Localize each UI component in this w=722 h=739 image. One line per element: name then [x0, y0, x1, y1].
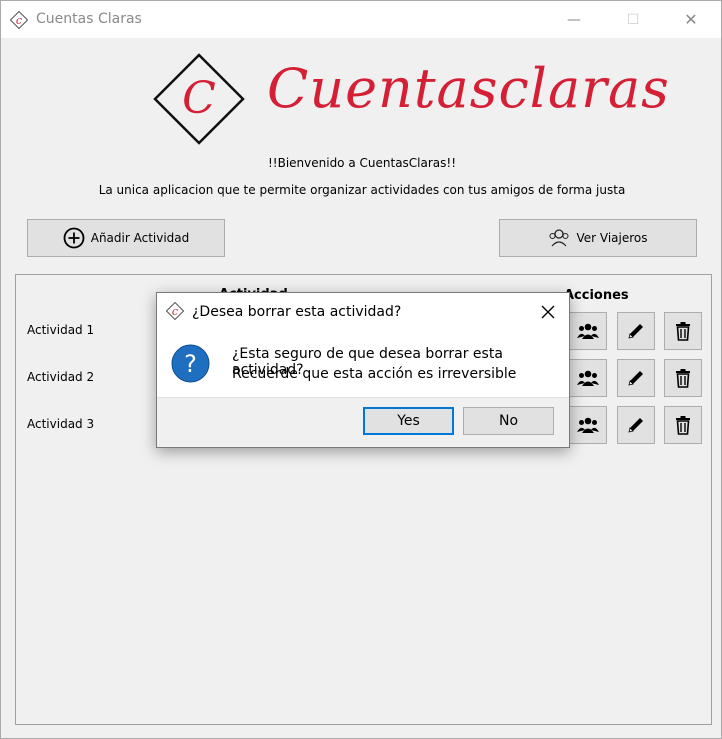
group-icon	[577, 370, 599, 386]
delete-button[interactable]	[664, 406, 702, 444]
no-button[interactable]: No	[463, 407, 554, 435]
edit-button[interactable]	[617, 359, 655, 397]
view-travelers-button[interactable]: Ver Viajeros	[499, 219, 697, 257]
svg-text:?: ?	[184, 350, 197, 378]
table-row-label: Actividad 3	[27, 417, 95, 431]
welcome-text: !!Bienvenido a CuentasClaras!!	[267, 156, 457, 170]
window-title: Cuentas Claras	[36, 11, 142, 27]
subtitle-text: La unica aplicacion que te permite organ…	[98, 183, 626, 197]
minimize-button[interactable]: —	[551, 1, 597, 38]
pencil-icon	[628, 418, 643, 433]
app-logo-icon: c	[10, 11, 28, 29]
trash-icon	[676, 322, 690, 341]
table-row-label: Actividad 2	[27, 370, 95, 384]
svg-text:c: c	[16, 14, 22, 27]
delete-button[interactable]	[664, 312, 702, 350]
view-travelers-label: Ver Viajeros	[576, 231, 648, 245]
app-window: c Cuentas Claras — ☐ ✕ C Cuentasclaras !…	[0, 0, 722, 739]
group-button[interactable]	[569, 312, 607, 350]
delete-button[interactable]	[664, 359, 702, 397]
plus-circle-icon	[63, 227, 85, 249]
trash-icon	[676, 416, 690, 435]
add-activity-label: Añadir Actividad	[90, 231, 190, 245]
svg-text:c: c	[172, 305, 178, 318]
close-icon	[541, 305, 555, 319]
yes-button[interactable]: Yes	[363, 407, 454, 435]
confirm-delete-dialog: c ¿Desea borrar esta actividad? ? ¿Esta …	[156, 292, 570, 448]
pencil-icon	[628, 324, 643, 339]
close-button[interactable]: ✕	[668, 1, 714, 38]
group-icon	[577, 323, 599, 339]
logo-letter: C	[182, 73, 216, 124]
group-button[interactable]	[569, 359, 607, 397]
brand-wordmark: Cuentasclaras	[267, 57, 670, 120]
app-logo-icon: c	[166, 302, 184, 320]
brand-logo: C	[153, 53, 245, 145]
group-icon	[577, 417, 599, 433]
group-button[interactable]	[569, 406, 607, 444]
dialog-message-line2: Recuerde que esta acción es irreversible	[232, 366, 517, 382]
column-header-actions: Acciones	[564, 288, 629, 303]
people-icon	[548, 227, 570, 249]
edit-button[interactable]	[617, 312, 655, 350]
dialog-title: ¿Desea borrar esta actividad?	[192, 304, 402, 320]
pencil-icon	[628, 371, 643, 386]
table-row-label: Actividad 1	[27, 323, 95, 337]
close-icon: ✕	[684, 10, 698, 29]
add-activity-button[interactable]: Añadir Actividad	[27, 219, 225, 257]
maximize-icon: ☐	[626, 11, 640, 28]
dialog-close-button[interactable]	[531, 297, 565, 327]
maximize-button[interactable]: ☐	[610, 1, 656, 38]
question-icon: ?	[171, 344, 210, 383]
title-bar: c Cuentas Claras — ☐ ✕	[1, 1, 721, 38]
edit-button[interactable]	[617, 406, 655, 444]
minimize-icon: —	[567, 11, 581, 28]
trash-icon	[676, 369, 690, 388]
